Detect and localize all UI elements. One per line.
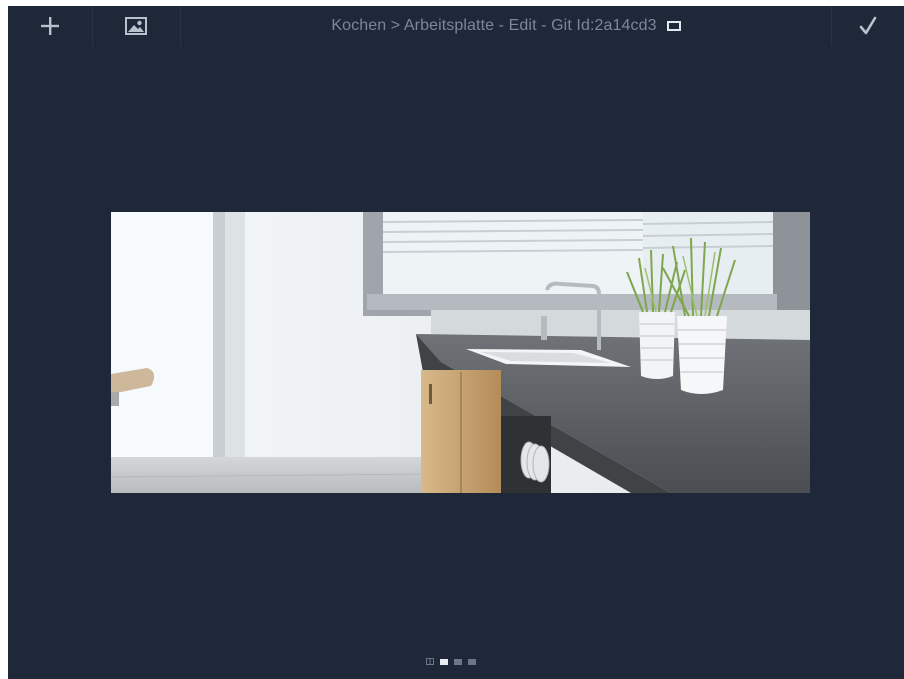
add-button[interactable] <box>8 6 93 46</box>
rectangle-icon[interactable] <box>666 21 681 31</box>
page-dot-4[interactable] <box>468 658 476 665</box>
plus-icon <box>41 17 59 35</box>
image-button[interactable] <box>92 6 181 46</box>
page-indicator <box>426 658 476 665</box>
page-title: Kochen > Arbeitsplatte - Edit - Git Id:2… <box>331 17 657 34</box>
grid-icon <box>426 658 434 665</box>
title-area: Kochen > Arbeitsplatte - Edit - Git Id:2… <box>180 6 832 46</box>
kitchen-countertop-photo <box>111 212 810 493</box>
toolbar: Kochen > Arbeitsplatte - Edit - Git Id:2… <box>8 6 904 46</box>
app-window: Kochen > Arbeitsplatte - Edit - Git Id:2… <box>8 6 904 679</box>
photo-illustration <box>111 212 810 493</box>
checkmark-icon <box>859 16 877 35</box>
confirm-button[interactable] <box>831 6 904 46</box>
page-dot-1[interactable] <box>426 658 434 665</box>
image-icon <box>125 17 147 35</box>
page-dot-3[interactable] <box>454 658 462 665</box>
page-dot-2[interactable] <box>440 658 448 665</box>
